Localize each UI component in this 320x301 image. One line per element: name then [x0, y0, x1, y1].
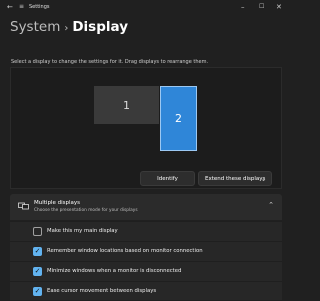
monitor-2-label: 2 [175, 112, 182, 125]
display-mode-value: Extend these displays [205, 176, 266, 182]
option-ease-cursor-movement[interactable]: ✓ Ease cursor movement between displays [10, 281, 282, 301]
option-remember-window-locations[interactable]: ✓ Remember window locations based on mon… [10, 241, 282, 261]
close-icon[interactable]: ✕ [276, 0, 282, 14]
breadcrumb-separator-icon: › [64, 23, 69, 34]
chevron-up-icon[interactable]: ⌃ [268, 201, 274, 209]
back-arrow-icon[interactable]: ← [7, 0, 13, 14]
breadcrumb-system[interactable]: System [10, 19, 60, 35]
monitor-1-label: 1 [123, 98, 130, 112]
monitor-1[interactable]: 1 [94, 86, 159, 124]
option-label: Make this my main display [47, 228, 118, 234]
page-title: Display [72, 19, 128, 35]
option-label: Ease cursor movement between displays [47, 288, 157, 294]
main-display-checkbox[interactable] [33, 227, 42, 236]
multiple-displays-title: Multiple displays [34, 200, 80, 206]
minimize-windows-checkbox[interactable]: ✓ [33, 267, 42, 276]
identify-button[interactable]: Identify [140, 171, 195, 186]
minimize-icon[interactable]: – [241, 0, 245, 14]
hamburger-menu-icon[interactable]: ≡ [19, 0, 24, 14]
option-label: Remember window locations based on monit… [47, 248, 203, 254]
multiple-displays-header[interactable]: Multiple displays Choose the presentatio… [10, 194, 282, 220]
multiple-displays-subtitle: Choose the presentation mode for your di… [34, 208, 138, 213]
display-mode-dropdown[interactable]: Extend these displays ⌄ [198, 171, 272, 186]
multiple-displays-options: Make this my main display ✓ Remember win… [10, 221, 282, 300]
option-label: Minimize windows when a monitor is disco… [47, 268, 182, 274]
breadcrumb: System › Display [10, 16, 128, 38]
maximize-icon[interactable]: ☐ [259, 0, 264, 14]
monitor-2[interactable]: 2 [160, 86, 197, 151]
multiple-displays-icon [18, 202, 29, 210]
chevron-down-icon: ⌄ [260, 176, 266, 183]
option-make-main-display[interactable]: Make this my main display [10, 221, 282, 241]
remember-locations-checkbox[interactable]: ✓ [33, 247, 42, 256]
title-bar: ← ≡ Settings – ☐ ✕ [0, 0, 291, 14]
arrange-instruction: Select a display to change the settings … [11, 59, 209, 65]
display-arrangement-panel[interactable]: 1 2 Identify Extend these displays ⌄ [10, 67, 282, 189]
app-title: Settings [29, 4, 50, 10]
ease-cursor-checkbox[interactable]: ✓ [33, 287, 42, 296]
option-minimize-windows[interactable]: ✓ Minimize windows when a monitor is dis… [10, 261, 282, 281]
